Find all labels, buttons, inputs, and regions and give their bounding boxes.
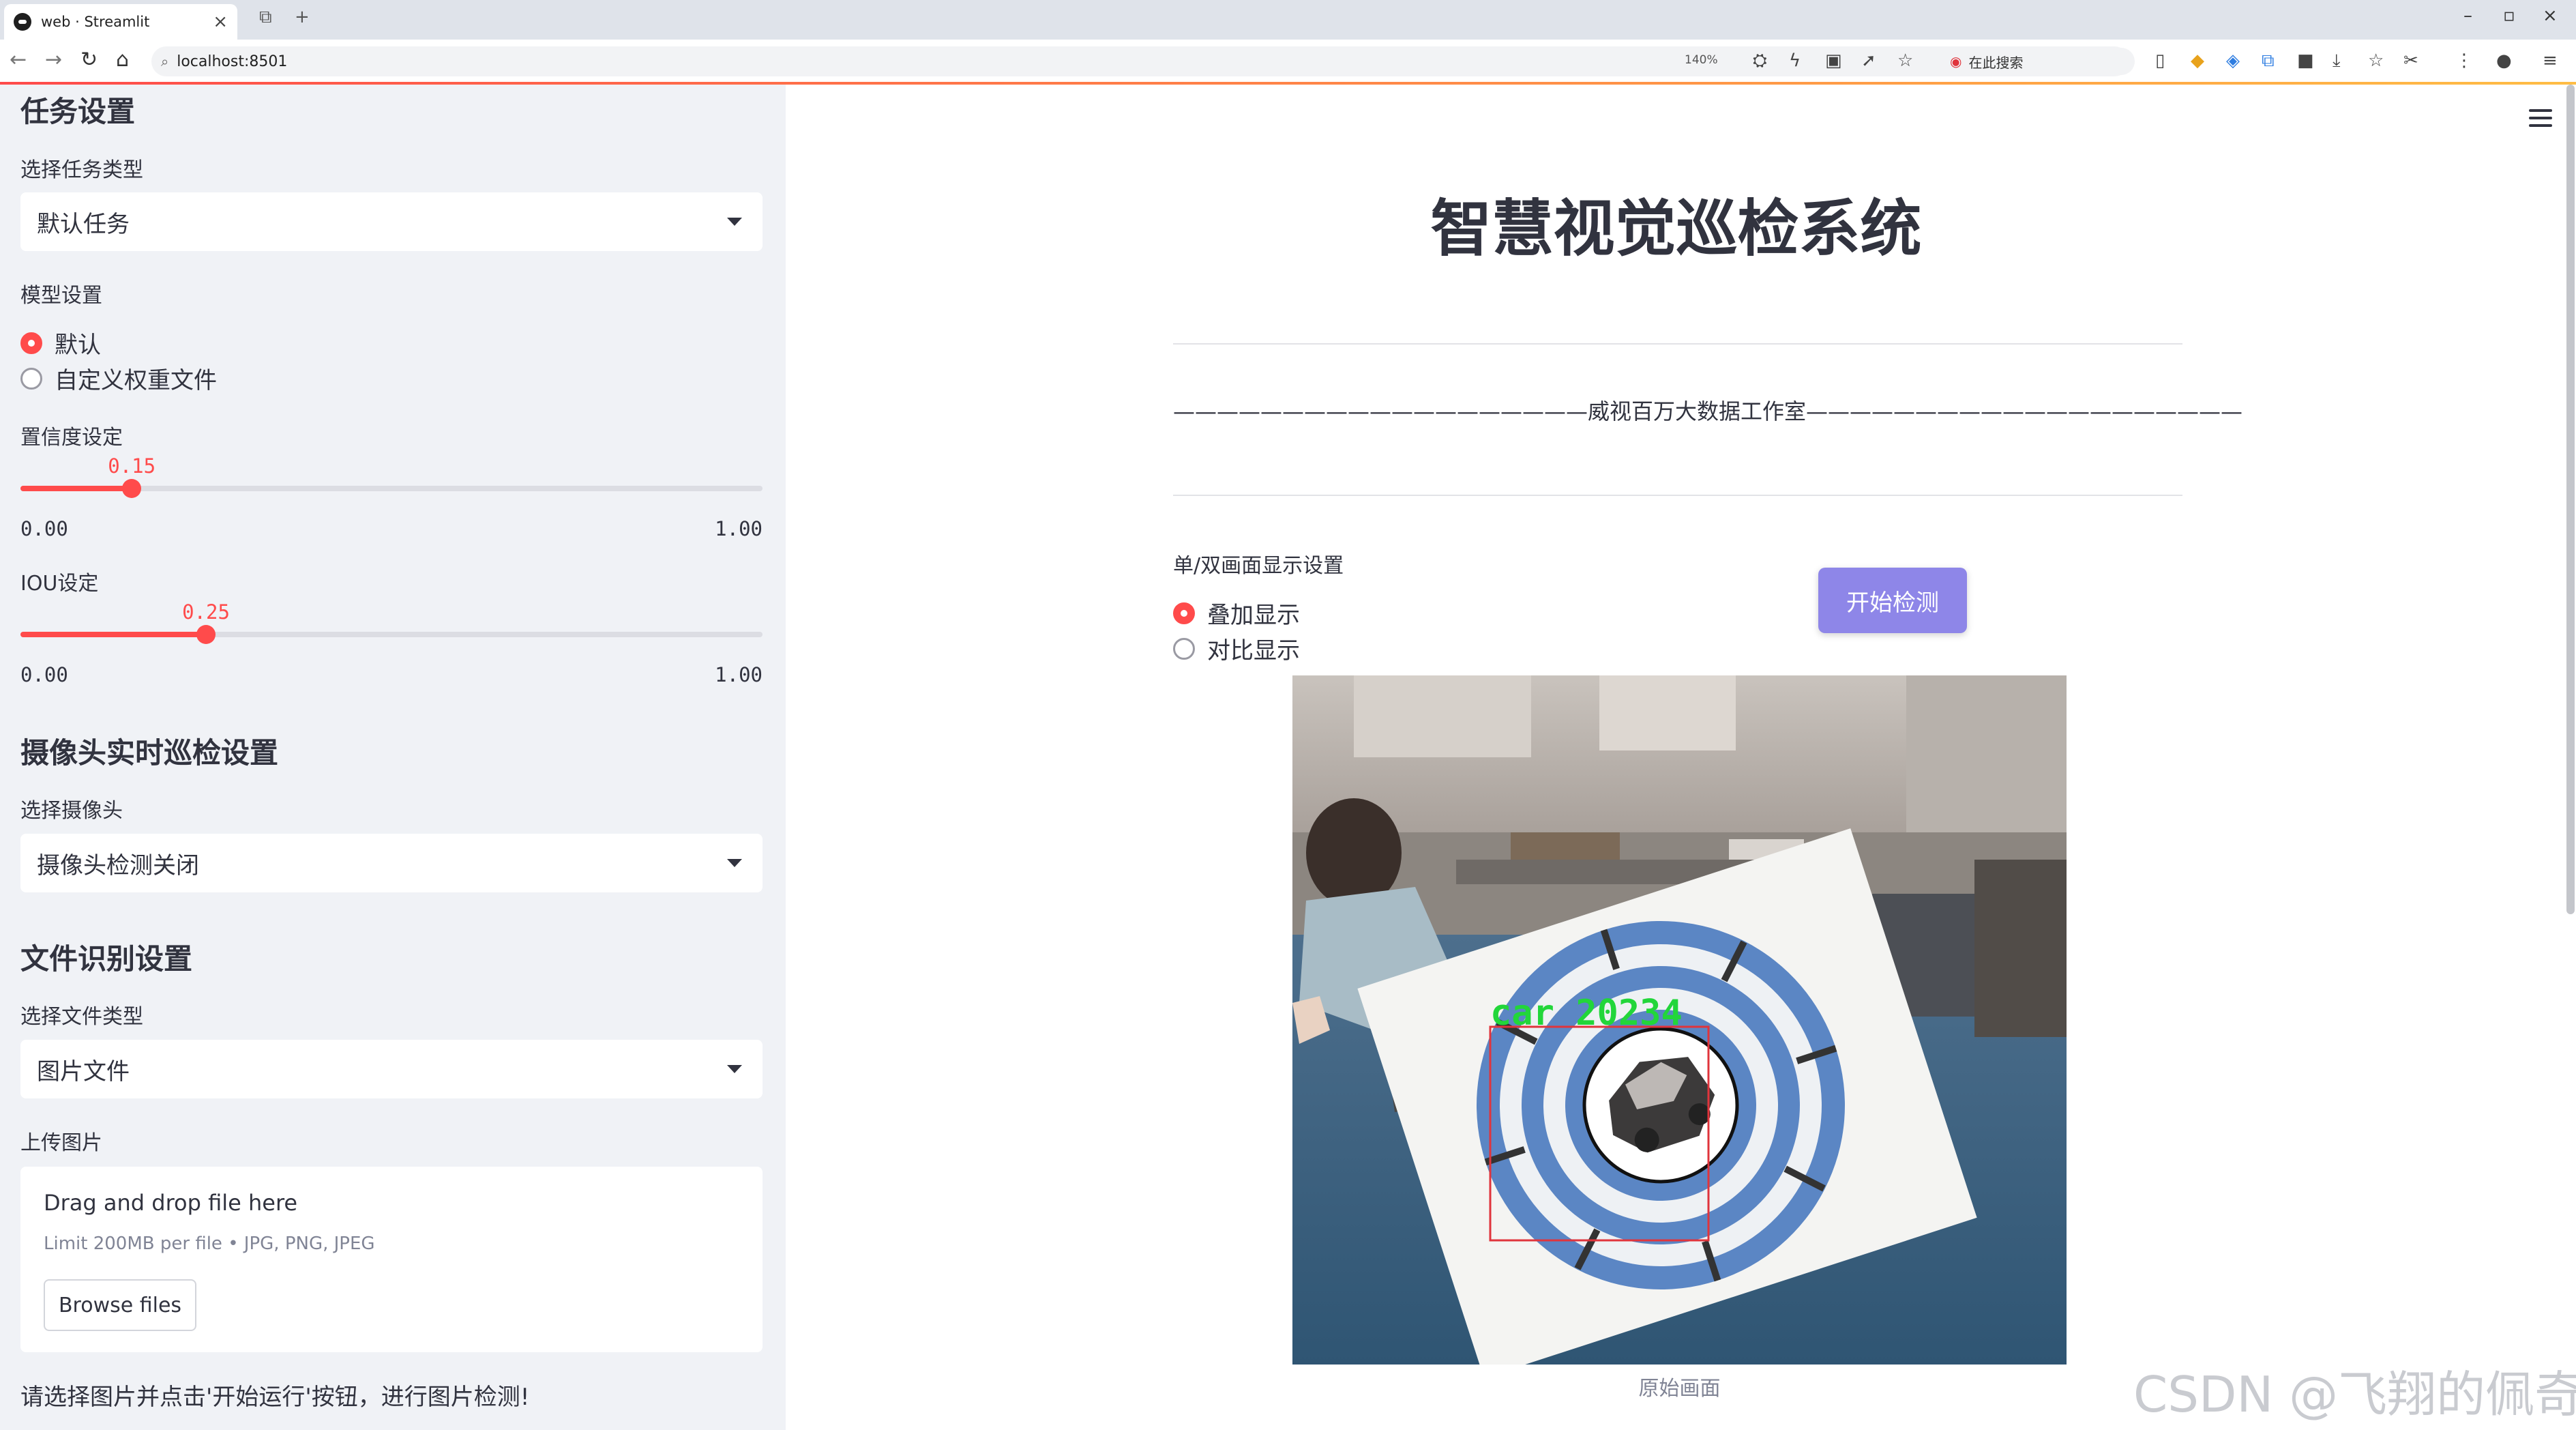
camera-select[interactable]: 摄像头检测关闭 <box>20 834 763 892</box>
screenshot-icon[interactable]: ▣ <box>1825 50 1842 71</box>
detection-label: car 20234 <box>1490 993 1683 1034</box>
confidence-label: 置信度设定 <box>20 426 123 450</box>
browse-files-button[interactable]: Browse files <box>44 1279 196 1331</box>
more-menu-icon[interactable]: ⋮ <box>2455 50 2473 71</box>
home-icon[interactable]: ⌂ <box>116 48 129 72</box>
start-detection-button[interactable]: 开始检测 <box>1818 568 1967 633</box>
file-type-value: 图片文件 <box>37 1057 130 1085</box>
camera-label: 选择摄像头 <box>20 799 123 823</box>
chevron-down-icon <box>727 859 742 867</box>
window-close-icon[interactable]: × <box>2543 5 2558 26</box>
browser-search-box[interactable]: ◉ 在此搜索 <box>1940 48 2135 75</box>
camera-section-heading: 摄像头实时巡检设置 <box>20 736 279 770</box>
extension-icon[interactable]: ■ <box>2297 50 2314 71</box>
chevron-down-icon <box>727 218 742 226</box>
tab-title: web · Streamlit <box>41 14 150 30</box>
radio-selected[interactable] <box>20 332 42 354</box>
task-type-value: 默认任务 <box>37 210 130 238</box>
forward-icon[interactable]: → <box>45 48 62 72</box>
iou-label: IOU设定 <box>20 572 99 596</box>
task-type-label: 选择任务类型 <box>20 158 143 182</box>
scrollbar[interactable] <box>2566 85 2575 914</box>
phone-icon[interactable]: ▯ <box>2155 50 2165 71</box>
browser-search-placeholder: 在此搜索 <box>1968 54 2024 71</box>
address-bar: ← → ↻ ⌂ ⌕ localhost:8501 140% ⛭ ϟ ▣ ➚ ☆ … <box>0 40 2576 83</box>
favorite-icon[interactable]: ☆ <box>1897 50 1913 71</box>
url-text: localhost:8501 <box>177 53 288 70</box>
file-section-heading: 文件识别设置 <box>20 942 193 976</box>
confidence-slider[interactable]: 0.15 0.00 1.00 <box>20 454 763 540</box>
slider-min: 0.00 <box>20 517 68 540</box>
scissors-icon[interactable]: ✂ <box>2403 50 2418 71</box>
model-option-label: 默认 <box>55 332 101 359</box>
upload-label: 上传图片 <box>20 1131 102 1155</box>
dropzone-limit: Limit 200MB per file • JPG, PNG, JPEG <box>44 1234 375 1254</box>
bookmarks-icon[interactable]: ☆ <box>2368 50 2384 71</box>
tab-close-icon[interactable]: × <box>213 12 228 32</box>
dropzone-title: Drag and drop file here <box>44 1190 298 1216</box>
slider-max: 1.00 <box>715 663 763 686</box>
page-title: 智慧视觉巡检系统 <box>1430 193 1922 265</box>
file-dropzone[interactable]: Drag and drop file here Limit 200MB per … <box>20 1167 763 1352</box>
zoom-level[interactable]: 140% <box>1685 53 1718 67</box>
radio-unselected[interactable] <box>1173 637 1195 660</box>
slider-fill <box>20 486 132 491</box>
slider-thumb[interactable] <box>122 479 142 498</box>
hamburger-menu-icon[interactable] <box>2529 109 2552 127</box>
browser-tab[interactable]: web · Streamlit × <box>4 4 237 40</box>
avatar[interactable]: ● <box>2496 50 2512 71</box>
divider <box>1173 495 2182 496</box>
browser-tab-bar: web · Streamlit × ⧉ + – ▫ × <box>0 0 2576 40</box>
display-option-label: 对比显示 <box>1207 637 1300 665</box>
lightning-icon[interactable]: ϟ <box>1789 50 1801 71</box>
extension-icon[interactable]: ⧉ <box>2262 50 2275 72</box>
task-type-select[interactable]: 默认任务 <box>20 192 763 251</box>
download-icon[interactable]: ⤓ <box>2333 50 2341 72</box>
file-type-label: 选择文件类型 <box>20 1005 143 1029</box>
iou-slider[interactable]: 0.25 0.00 1.00 <box>20 600 763 686</box>
streamlit-favicon-icon <box>14 13 31 31</box>
extension-icon[interactable]: ◈ <box>2226 50 2240 71</box>
translate-icon[interactable]: ⛭ <box>1753 50 1767 72</box>
maximize-icon[interactable]: ▫ <box>2503 5 2515 26</box>
search-engine-icon: ◉ <box>1950 53 1962 70</box>
model-option-custom[interactable]: 自定义权重文件 <box>20 362 217 395</box>
slider-value: 0.25 <box>182 600 230 624</box>
file-type-select[interactable]: 图片文件 <box>20 1040 763 1098</box>
display-option-overlay[interactable]: 叠加显示 <box>1173 596 1300 630</box>
lab-scene-illustration: car 20234 <box>1292 675 2067 1365</box>
search-icon: ⌕ <box>161 53 169 70</box>
display-option-compare[interactable]: 对比显示 <box>1173 632 1300 665</box>
browser-menu-icon[interactable]: ≡ <box>2543 50 2558 71</box>
detection-result-image: car 20234 <box>1292 675 2067 1365</box>
radio-selected[interactable] <box>1173 602 1195 624</box>
model-label: 模型设置 <box>20 284 102 308</box>
sidebar-hint: 请选择图片并点击'开始运行'按钮，进行图片检测! <box>20 1384 530 1411</box>
chevron-down-icon <box>727 1065 742 1073</box>
tab-groups-icon[interactable]: ⧉ <box>259 7 272 28</box>
slider-thumb[interactable] <box>196 625 216 644</box>
slider-min: 0.00 <box>20 663 68 686</box>
model-option-label: 自定义权重文件 <box>55 367 217 394</box>
reload-icon[interactable]: ↻ <box>80 48 98 72</box>
share-icon[interactable]: ➚ <box>1861 50 1876 71</box>
slider-max: 1.00 <box>715 517 763 540</box>
slider-value: 0.15 <box>108 454 156 478</box>
task-section-heading: 任务设置 <box>20 95 136 128</box>
display-mode-label: 单/双画面显示设置 <box>1173 554 1344 578</box>
divider <box>1173 343 2182 345</box>
model-option-default[interactable]: 默认 <box>20 326 101 360</box>
image-caption: 原始画面 <box>1638 1377 1721 1401</box>
studio-banner: ———————————————————威视百万大数据工作室———————————… <box>1173 398 2243 424</box>
extension-icon[interactable]: ◆ <box>2191 50 2204 71</box>
radio-unselected[interactable] <box>20 367 42 390</box>
slider-fill <box>20 632 206 637</box>
display-option-label: 叠加显示 <box>1207 602 1300 629</box>
minimize-icon[interactable]: – <box>2463 5 2472 26</box>
watermark: CSDN @飞翔的佩奇 <box>2133 1366 2576 1423</box>
camera-value: 摄像头检测关闭 <box>37 851 199 879</box>
new-tab-icon[interactable]: + <box>295 7 310 27</box>
back-icon[interactable]: ← <box>10 48 27 72</box>
